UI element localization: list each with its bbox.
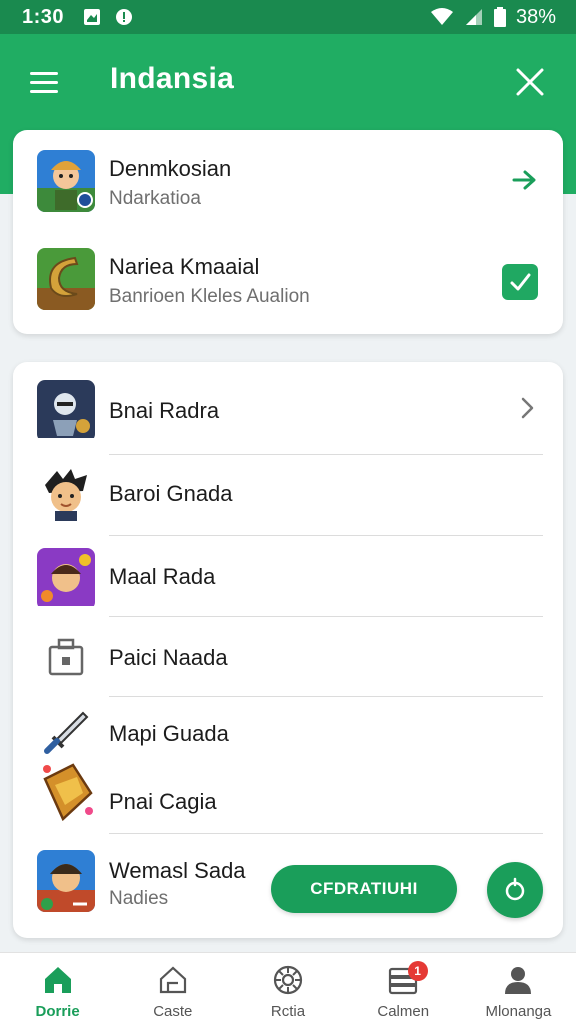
- arrow-right-icon[interactable]: [511, 168, 539, 192]
- chevron-right-icon[interactable]: [519, 396, 535, 420]
- battery-icon: [493, 7, 506, 27]
- close-icon[interactable]: [510, 62, 550, 102]
- confirm-button[interactable]: CFDRATIUHI: [271, 865, 457, 913]
- menu-icon-line: [30, 71, 58, 75]
- list-item[interactable]: Baroi Gnada: [13, 455, 563, 535]
- refresh-button[interactable]: [487, 862, 543, 918]
- list-item[interactable]: Pnai Cagia: [13, 763, 563, 833]
- nav-item-calmen[interactable]: 1 Calmen: [346, 953, 461, 1024]
- house-outline-icon: [159, 966, 186, 994]
- bottom-nav: Dorrie Caste Rctia 1 Calmen Mlonanga: [0, 952, 576, 1024]
- home-icon: [44, 967, 71, 993]
- status-bar: 1:30 38%: [0, 0, 576, 34]
- list-item[interactable]: Paici Naada: [13, 617, 563, 697]
- item-title: Nariea Kmaaial: [109, 254, 260, 279]
- list-item[interactable]: Mapi Guada: [13, 697, 563, 767]
- status-time: 1:30: [22, 5, 65, 28]
- nav-label: Rctia: [270, 1003, 306, 1020]
- treasure-icon: [43, 763, 93, 821]
- nav-label: Mlonanga: [485, 1003, 552, 1020]
- character-icon: [37, 465, 95, 527]
- game-thumbnail: [37, 850, 95, 912]
- notification-icon: [84, 9, 101, 25]
- wifi-icon: [430, 8, 453, 25]
- person-icon: [505, 967, 532, 994]
- game-thumbnail: [37, 150, 95, 212]
- signal-icon: [465, 9, 482, 25]
- list-item[interactable]: Maal Rada: [13, 536, 563, 616]
- item-subtitle: Nadies: [109, 888, 169, 909]
- nav-label: Dorrie: [35, 1003, 80, 1020]
- battery-percent: 38%: [515, 5, 556, 28]
- nav-item-mlonanga[interactable]: Mlonanga: [461, 953, 576, 1024]
- menu-button[interactable]: [30, 64, 70, 100]
- item-title: Pnai Cagia: [109, 789, 217, 814]
- briefcase-icon: [48, 638, 84, 676]
- nav-item-home[interactable]: Dorrie: [0, 953, 115, 1024]
- game-thumbnail: [37, 548, 95, 610]
- menu-icon-line: [30, 89, 58, 93]
- item-title: Maal Rada: [109, 564, 216, 589]
- sword-icon: [44, 711, 89, 754]
- games-list-card: Bnai Radra Baroi Gnada Maal Rada Paici N…: [13, 362, 563, 938]
- item-title: Wemasl Sada: [109, 858, 246, 883]
- featured-card: Denmkosian Ndarkatioa Nariea Kmaaial Ban…: [13, 130, 563, 334]
- list-item[interactable]: Denmkosian Ndarkatioa: [13, 130, 563, 230]
- list-item[interactable]: Nariea Kmaaial Banrioen Kleles Aualion: [13, 230, 563, 334]
- check-icon[interactable]: [502, 264, 538, 300]
- item-subtitle: Banrioen Kleles Aualion: [109, 286, 310, 307]
- list-item[interactable]: Bnai Radra: [13, 362, 563, 454]
- nav-item-caste[interactable]: Caste: [115, 953, 230, 1024]
- refresh-icon: [505, 877, 525, 901]
- item-title: Baroi Gnada: [109, 481, 233, 506]
- item-subtitle: Ndarkatioa: [109, 188, 201, 209]
- page-title: Indansia: [110, 62, 235, 95]
- item-title: Denmkosian: [109, 156, 232, 181]
- item-title: Paici Naada: [109, 645, 228, 670]
- nav-item-rctia[interactable]: Rctia: [230, 953, 345, 1024]
- game-thumbnail: [37, 248, 95, 310]
- gear-circle-icon: [273, 965, 303, 995]
- menu-icon-line: [30, 80, 58, 84]
- item-title: Bnai Radra: [109, 398, 220, 423]
- alert-icon: [116, 9, 133, 25]
- notification-badge: 1: [407, 961, 428, 981]
- nav-label: Caste: [153, 1003, 193, 1020]
- nav-label: Calmen: [377, 1003, 430, 1020]
- item-title: Mapi Guada: [109, 721, 229, 746]
- game-thumbnail: [37, 380, 95, 442]
- status-right: 38%: [430, 6, 556, 29]
